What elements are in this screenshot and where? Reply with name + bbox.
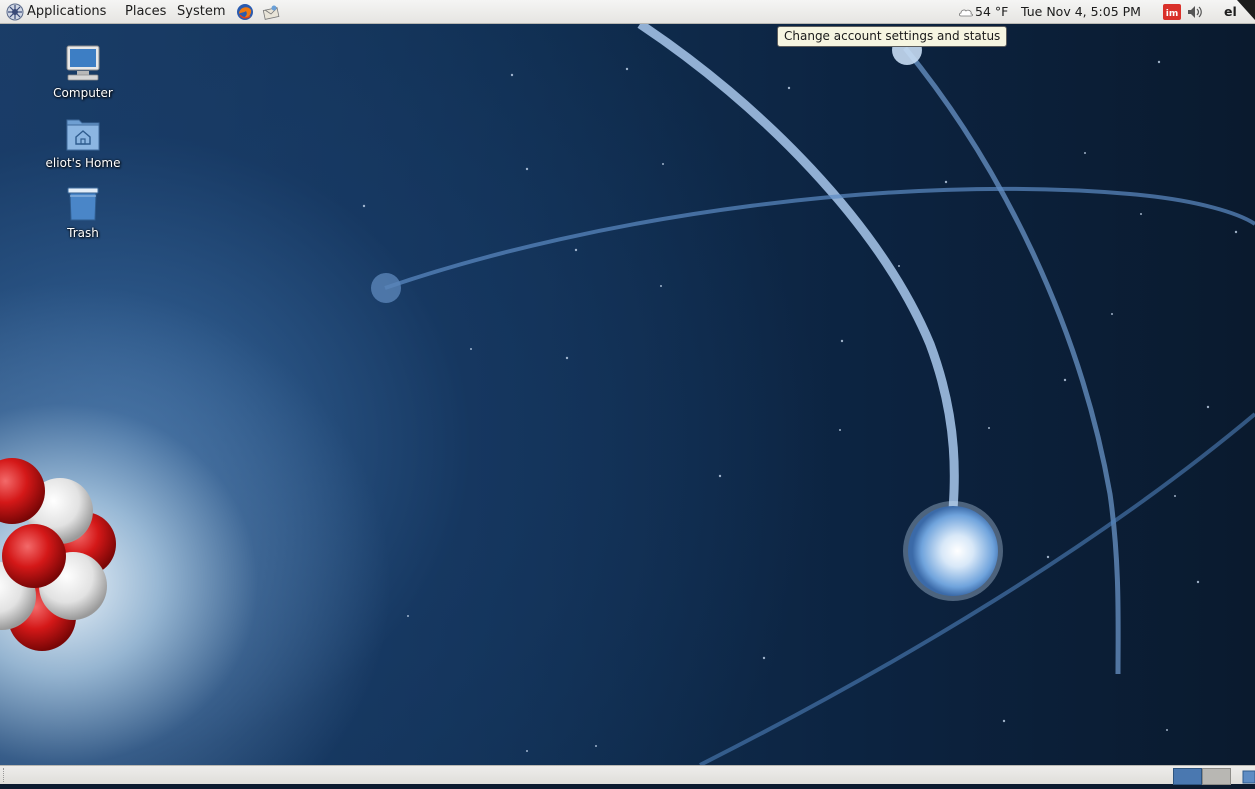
- weather-temperature[interactable]: 54 °F: [975, 3, 1008, 21]
- panel-corner-icon: [1237, 0, 1255, 24]
- desktop-icon-label: Trash: [67, 226, 99, 240]
- desktop[interactable]: Computer eliot's Home Trash: [0, 24, 1255, 765]
- volume-icon[interactable]: [1186, 3, 1204, 21]
- applications-menu[interactable]: Applications: [27, 3, 106, 21]
- account-tooltip: Change account settings and status: [777, 26, 1008, 47]
- places-menu[interactable]: Places: [125, 3, 166, 21]
- system-menu[interactable]: System: [177, 3, 225, 21]
- workspace-2[interactable]: [1202, 768, 1231, 785]
- user-account-menu[interactable]: el: [1224, 3, 1237, 21]
- panel-handle[interactable]: [3, 768, 8, 782]
- mail-client-icon[interactable]: [262, 3, 280, 21]
- instant-messenger-icon[interactable]: im: [1163, 3, 1181, 21]
- desktop-icon-label: eliot's Home: [45, 156, 121, 170]
- clock[interactable]: Tue Nov 4, 5:05 PM: [1021, 3, 1141, 21]
- weather-cloud-icon[interactable]: [958, 3, 974, 21]
- wallpaper: [0, 24, 1255, 765]
- home-folder-icon: [61, 112, 105, 156]
- desktop-icon-home[interactable]: eliot's Home: [38, 112, 128, 170]
- bottom-panel: [0, 765, 1255, 785]
- top-panel: Applications Places System 54 °F Tue Nov…: [0, 0, 1255, 24]
- svg-text:im: im: [1166, 9, 1178, 19]
- gnome-foot-icon[interactable]: [6, 3, 24, 21]
- workspace-1[interactable]: [1173, 768, 1202, 785]
- desktop-icon-label: Computer: [53, 86, 113, 100]
- desktop-icon-computer[interactable]: Computer: [38, 42, 128, 100]
- desktop-icon-trash[interactable]: Trash: [38, 182, 128, 240]
- trash-icon: [61, 182, 105, 226]
- show-desktop-icon[interactable]: [1241, 768, 1255, 785]
- computer-icon: [61, 42, 105, 86]
- firefox-icon[interactable]: [236, 3, 254, 21]
